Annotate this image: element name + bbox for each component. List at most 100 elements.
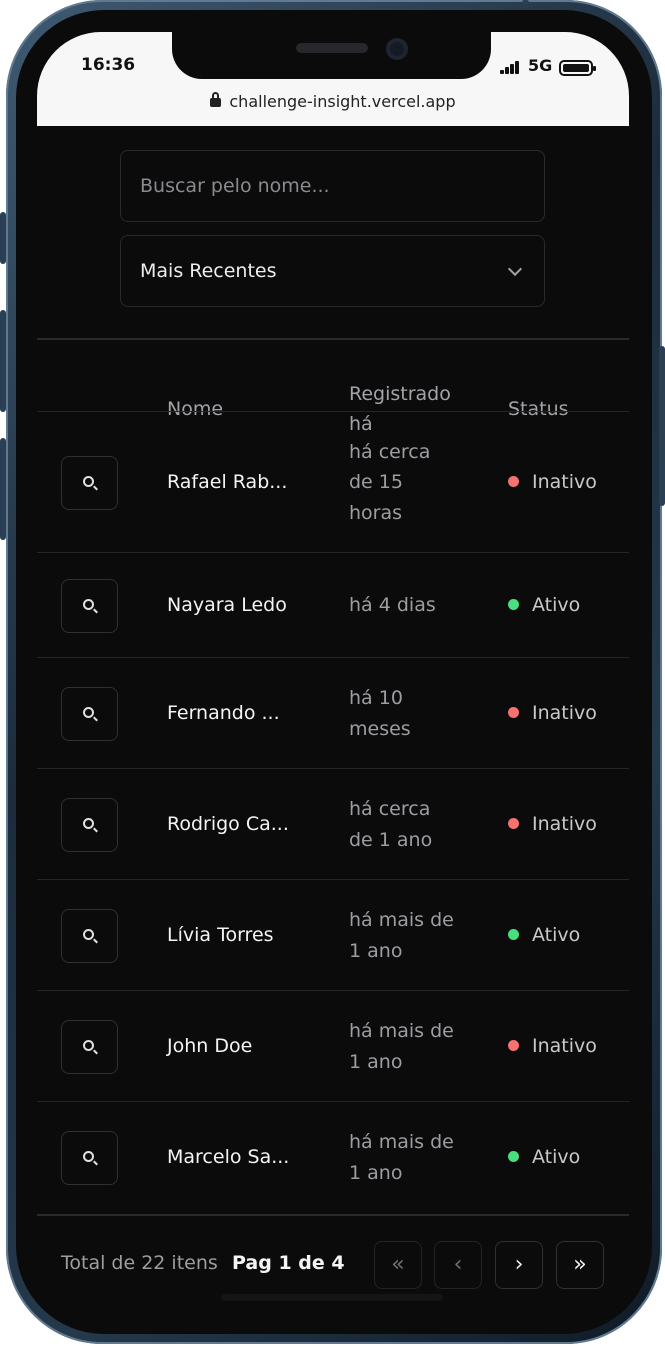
row-registered: há cerca de 1 ano	[349, 794, 479, 855]
row-registered-line: há 4 dias	[349, 594, 436, 617]
status-dot-icon	[508, 1150, 519, 1162]
screen: 16:36 5G challenge-insight.vercel.app Ma…	[37, 32, 629, 1316]
status-label: Inativo	[532, 701, 597, 724]
search-icon	[83, 1039, 94, 1051]
page-indicator: Pag 1 de 4	[232, 1252, 345, 1274]
network-label: 5G	[528, 56, 553, 75]
row-registered-line: meses	[349, 717, 411, 740]
status-dot-icon	[508, 706, 519, 718]
top-edge-mark	[522, 0, 529, 5]
status-label: Inativo	[532, 812, 597, 835]
row-registered: há mais de 1 ano	[349, 905, 479, 966]
row-registered: há 4 dias	[349, 590, 479, 621]
status-dot-icon	[508, 817, 519, 829]
volume-up-button	[0, 310, 6, 412]
address-bar[interactable]: challenge-insight.vercel.app	[37, 92, 629, 111]
status-dot-icon	[508, 928, 519, 940]
status-label: Ativo	[532, 1145, 581, 1168]
battery-icon	[559, 60, 596, 76]
status-time: 16:36	[81, 55, 136, 75]
search-icon	[83, 706, 94, 718]
row-registered-line: há cerca	[349, 798, 431, 820]
status-label: Inativo	[532, 1034, 597, 1057]
column-header-registered-line1: Registrado	[349, 383, 451, 405]
row-name: Rodrigo Ca...	[167, 812, 289, 835]
row-registered-line: há mais de	[349, 909, 454, 931]
status-dot-icon	[508, 1039, 519, 1051]
search-input-wrapper	[120, 150, 545, 222]
view-details-button[interactable]	[61, 908, 118, 963]
table-header	[37, 338, 629, 340]
row-registered: há cerca de 15 horas	[349, 437, 479, 529]
table-row: Fernando ... há 10 meses Inativo	[37, 657, 629, 768]
row-status: Ativo	[508, 924, 580, 946]
row-status: Inativo	[508, 813, 597, 835]
table-row: Nayara Ledo há 4 dias Ativo	[37, 552, 629, 657]
row-name: Lívia Torres	[167, 923, 274, 946]
row-registered-line: 1 ano	[349, 1050, 403, 1073]
row-registered: há mais de 1 ano	[349, 1016, 479, 1077]
row-registered-line: de 15	[349, 471, 403, 494]
view-details-button[interactable]	[61, 455, 118, 510]
row-registered-line: há 10	[349, 687, 403, 709]
table-row: Marcelo Sa... há mais de 1 ano Ativo	[37, 1101, 629, 1212]
next-page-button[interactable]: ›	[495, 1241, 543, 1289]
mute-switch	[0, 212, 6, 264]
search-input[interactable]	[121, 151, 544, 221]
table-row: Rodrigo Ca... há cerca de 1 ano Inativo	[37, 768, 629, 879]
row-registered: há mais de 1 ano	[349, 1127, 479, 1188]
row-name: Marcelo Sa...	[167, 1145, 290, 1168]
row-status: Inativo	[508, 702, 597, 724]
status-label: Ativo	[532, 593, 581, 616]
prev-page-button[interactable]: ‹	[434, 1241, 482, 1289]
speaker	[296, 43, 368, 53]
search-icon	[83, 598, 94, 610]
view-details-button[interactable]	[61, 1019, 118, 1074]
search-icon	[83, 475, 94, 487]
notch	[172, 32, 491, 79]
view-details-button[interactable]	[61, 1130, 118, 1185]
table-row: Rafael Rab... há cerca de 15 horas Inativo	[37, 411, 629, 552]
status-label: Inativo	[532, 470, 597, 493]
first-page-button[interactable]: «	[374, 1241, 422, 1289]
view-details-button[interactable]	[61, 686, 118, 741]
row-name: John Doe	[167, 1034, 253, 1057]
search-icon	[83, 817, 94, 829]
row-registered-line: horas	[349, 501, 403, 524]
status-dot-icon	[508, 475, 519, 487]
row-registered: há 10 meses	[349, 683, 479, 744]
table-row: John Doe há mais de 1 ano Inativo	[37, 990, 629, 1101]
sort-select[interactable]: Mais Recentes	[120, 235, 545, 307]
row-name: Fernando ...	[167, 701, 280, 724]
view-details-button[interactable]	[61, 578, 118, 633]
status-dot-icon	[508, 598, 519, 610]
app-content: Mais Recentes Nome Registrado há Status …	[37, 126, 629, 1316]
chevron-down-icon	[507, 261, 523, 277]
row-status: Ativo	[508, 1146, 580, 1168]
url-text: challenge-insight.vercel.app	[229, 92, 456, 111]
row-registered-line: de 1 ano	[349, 828, 433, 851]
table-row: Lívia Torres há mais de 1 ano Ativo	[37, 879, 629, 990]
row-status: Inativo	[508, 1035, 597, 1057]
search-icon	[83, 928, 94, 940]
signal-icon	[500, 60, 522, 74]
row-registered-line: há mais de	[349, 1131, 454, 1153]
home-indicator	[221, 1294, 443, 1301]
status-label: Ativo	[532, 923, 581, 946]
row-status: Inativo	[508, 471, 597, 493]
view-details-button[interactable]	[61, 797, 118, 852]
row-status: Ativo	[508, 594, 580, 616]
row-registered-line: há mais de	[349, 1020, 454, 1042]
volume-down-button	[0, 438, 6, 540]
search-icon	[83, 1150, 94, 1162]
row-name: Nayara Ledo	[167, 593, 287, 616]
sort-select-value: Mais Recentes	[140, 260, 277, 282]
camera	[386, 38, 408, 60]
row-registered-line: 1 ano	[349, 1161, 403, 1184]
row-registered-line: 1 ano	[349, 939, 403, 962]
lock-icon	[210, 92, 222, 107]
total-items: Total de 22 itens	[61, 1252, 218, 1274]
row-name: Rafael Rab...	[167, 470, 288, 493]
last-page-button[interactable]: »	[556, 1241, 604, 1289]
row-registered-line: há cerca	[349, 440, 431, 463]
